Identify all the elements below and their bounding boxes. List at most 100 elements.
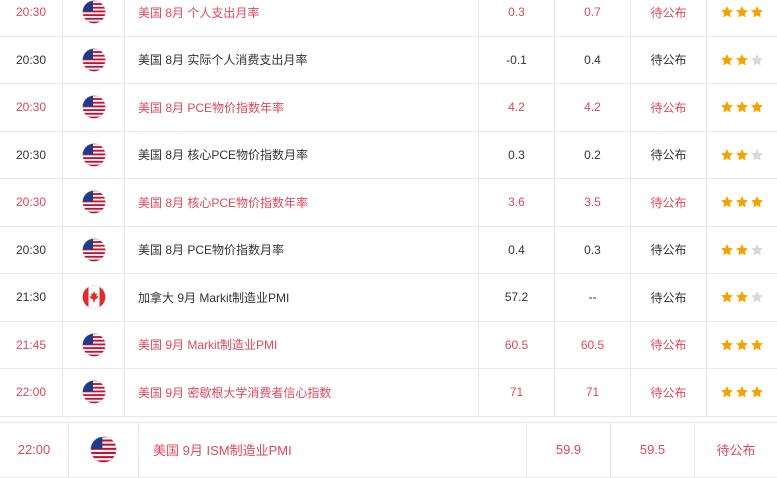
calendar-row[interactable]: 21:30 加拿大 9月 Markit制造业PMI 57.2 -- 待公布: [0, 274, 777, 322]
star-icon: [735, 148, 750, 162]
us-flag-icon: [81, 333, 106, 357]
forecast-value: 0.7: [554, 0, 630, 36]
actual-value: 待公布: [694, 422, 777, 477]
country-flag-cell: [62, 321, 124, 368]
calendar-row-expanded[interactable]: 22:00 美国 9月 ISM制造业PMI 59.9 59.5 待公布: [0, 421, 777, 478]
event-time: 22:00: [15, 385, 47, 400]
calendar-row[interactable]: 20:30 美国 8月 PCE物价指数年率 4.2 4.2 待公布: [0, 84, 777, 132]
importance-stars: [706, 274, 777, 321]
calendar-row[interactable]: 22:00 美国 9月 密歇根大学消费者信心指数 71 71 待公布: [0, 369, 777, 417]
event-name[interactable]: 美国 9月 密歇根大学消费者信心指数: [124, 369, 478, 416]
forecast-value: 4.2: [554, 84, 630, 131]
forecast-value: 0.4: [554, 36, 630, 83]
calendar-row[interactable]: 20:30 美国 8月 核心PCE物价指数月率 0.3 0.2 待公布: [0, 131, 777, 179]
event-time: 20:30: [15, 100, 47, 115]
star-icon: [720, 100, 735, 114]
importance-stars: [706, 369, 777, 416]
star-icon: [720, 5, 735, 19]
event-time: 20:30: [15, 52, 47, 67]
calendar-row[interactable]: 20:30 美国 8月 个人支出月率 0.3 0.7 待公布: [0, 0, 777, 37]
us-flag-icon: [81, 190, 106, 214]
event-name[interactable]: 加拿大 9月 Markit制造业PMI: [124, 274, 478, 321]
calendar-rows: 20:30 美国 8月 个人支出月率 0.3 0.7 待公布 20:30 美国 8月 实际个…: [0, 0, 777, 417]
star-icon: [735, 243, 750, 257]
previous-value: 3.6: [478, 179, 554, 226]
forecast-value: 0.3: [554, 226, 630, 273]
event-time: 20:30: [15, 242, 47, 257]
event-time: 21:45: [15, 337, 47, 352]
star-icon: [750, 100, 765, 114]
country-flag-cell: [62, 84, 124, 131]
previous-value: 0.4: [478, 226, 554, 273]
star-icon: [720, 195, 735, 209]
country-flag-cell: [62, 179, 124, 226]
country-flag-cell: [62, 274, 124, 321]
previous-value: 0.3: [478, 131, 554, 178]
us-flag-icon: [81, 95, 106, 119]
canada-flag-icon: [81, 285, 106, 309]
us-flag-icon: [81, 143, 106, 167]
star-icon: [720, 243, 735, 257]
country-flag-cell: [62, 36, 124, 83]
star-icon: [720, 53, 735, 67]
event-time: 21:30: [15, 290, 47, 305]
country-flag-cell: [62, 131, 124, 178]
forecast-value: 3.5: [554, 179, 630, 226]
forecast-value: 59.5: [610, 422, 694, 477]
star-icon: [720, 290, 735, 304]
star-icon: [735, 195, 750, 209]
event-name[interactable]: 美国 8月 PCE物价指数月率: [124, 226, 478, 273]
event-name[interactable]: 美国 9月 Markit制造业PMI: [124, 321, 478, 368]
star-icon: [735, 53, 750, 67]
importance-stars: [706, 84, 777, 131]
calendar-row[interactable]: 20:30 美国 8月 实际个人消费支出月率 -0.1 0.4 待公布: [0, 36, 777, 84]
event-name[interactable]: 美国 8月 个人支出月率: [124, 0, 478, 36]
star-icon: [750, 338, 765, 352]
star-icon: [735, 385, 750, 399]
star-icon: [735, 290, 750, 304]
star-icon: [750, 290, 765, 304]
forecast-value: 0.2: [554, 131, 630, 178]
economic-calendar-table: 20:30 美国 8月 个人支出月率 0.3 0.7 待公布 20:30 美国 8月 实际个…: [0, 0, 777, 478]
importance-stars: [706, 0, 777, 36]
star-icon: [750, 53, 765, 67]
previous-value: 57.2: [478, 274, 554, 321]
importance-stars: [706, 179, 777, 226]
importance-stars: [706, 131, 777, 178]
country-flag-cell: [62, 369, 124, 416]
importance-stars: [706, 36, 777, 83]
actual-value: 待公布: [630, 321, 706, 368]
us-flag-icon: [81, 48, 106, 72]
event-name[interactable]: 美国 8月 核心PCE物价指数年率: [124, 179, 478, 226]
star-icon: [750, 195, 765, 209]
event-name[interactable]: 美国 8月 PCE物价指数年率: [124, 84, 478, 131]
star-icon: [750, 148, 765, 162]
calendar-row[interactable]: 20:30 美国 8月 PCE物价指数月率 0.4 0.3 待公布: [0, 226, 777, 274]
us-flag-icon: [81, 238, 106, 262]
actual-value: 待公布: [630, 36, 706, 83]
country-flag-cell: [62, 226, 124, 273]
actual-value: 待公布: [630, 84, 706, 131]
calendar-row[interactable]: 20:30 美国 8月 核心PCE物价指数年率 3.6 3.5 待公布: [0, 179, 777, 227]
event-time: 20:30: [15, 147, 47, 162]
country-flag-cell: [62, 0, 124, 36]
star-icon: [720, 148, 735, 162]
us-flag-icon: [81, 0, 106, 24]
event-time: 20:30: [15, 5, 47, 20]
previous-value: 60.5: [478, 321, 554, 368]
calendar-row[interactable]: 21:45 美国 9月 Markit制造业PMI 60.5 60.5 待公布: [0, 321, 777, 369]
previous-value: 0.3: [478, 0, 554, 36]
forecast-value: --: [554, 274, 630, 321]
previous-value: -0.1: [478, 36, 554, 83]
event-name[interactable]: 美国 8月 实际个人消费支出月率: [124, 36, 478, 83]
importance-stars: [706, 321, 777, 368]
forecast-value: 71: [554, 369, 630, 416]
event-name[interactable]: 美国 9月 ISM制造业PMI: [138, 422, 526, 477]
event-time: 20:30: [15, 195, 47, 210]
country-flag-cell: [68, 422, 138, 477]
event-name[interactable]: 美国 8月 核心PCE物价指数月率: [124, 131, 478, 178]
star-icon: [735, 100, 750, 114]
actual-value: 待公布: [630, 226, 706, 273]
star-icon: [750, 385, 765, 399]
actual-value: 待公布: [630, 0, 706, 36]
